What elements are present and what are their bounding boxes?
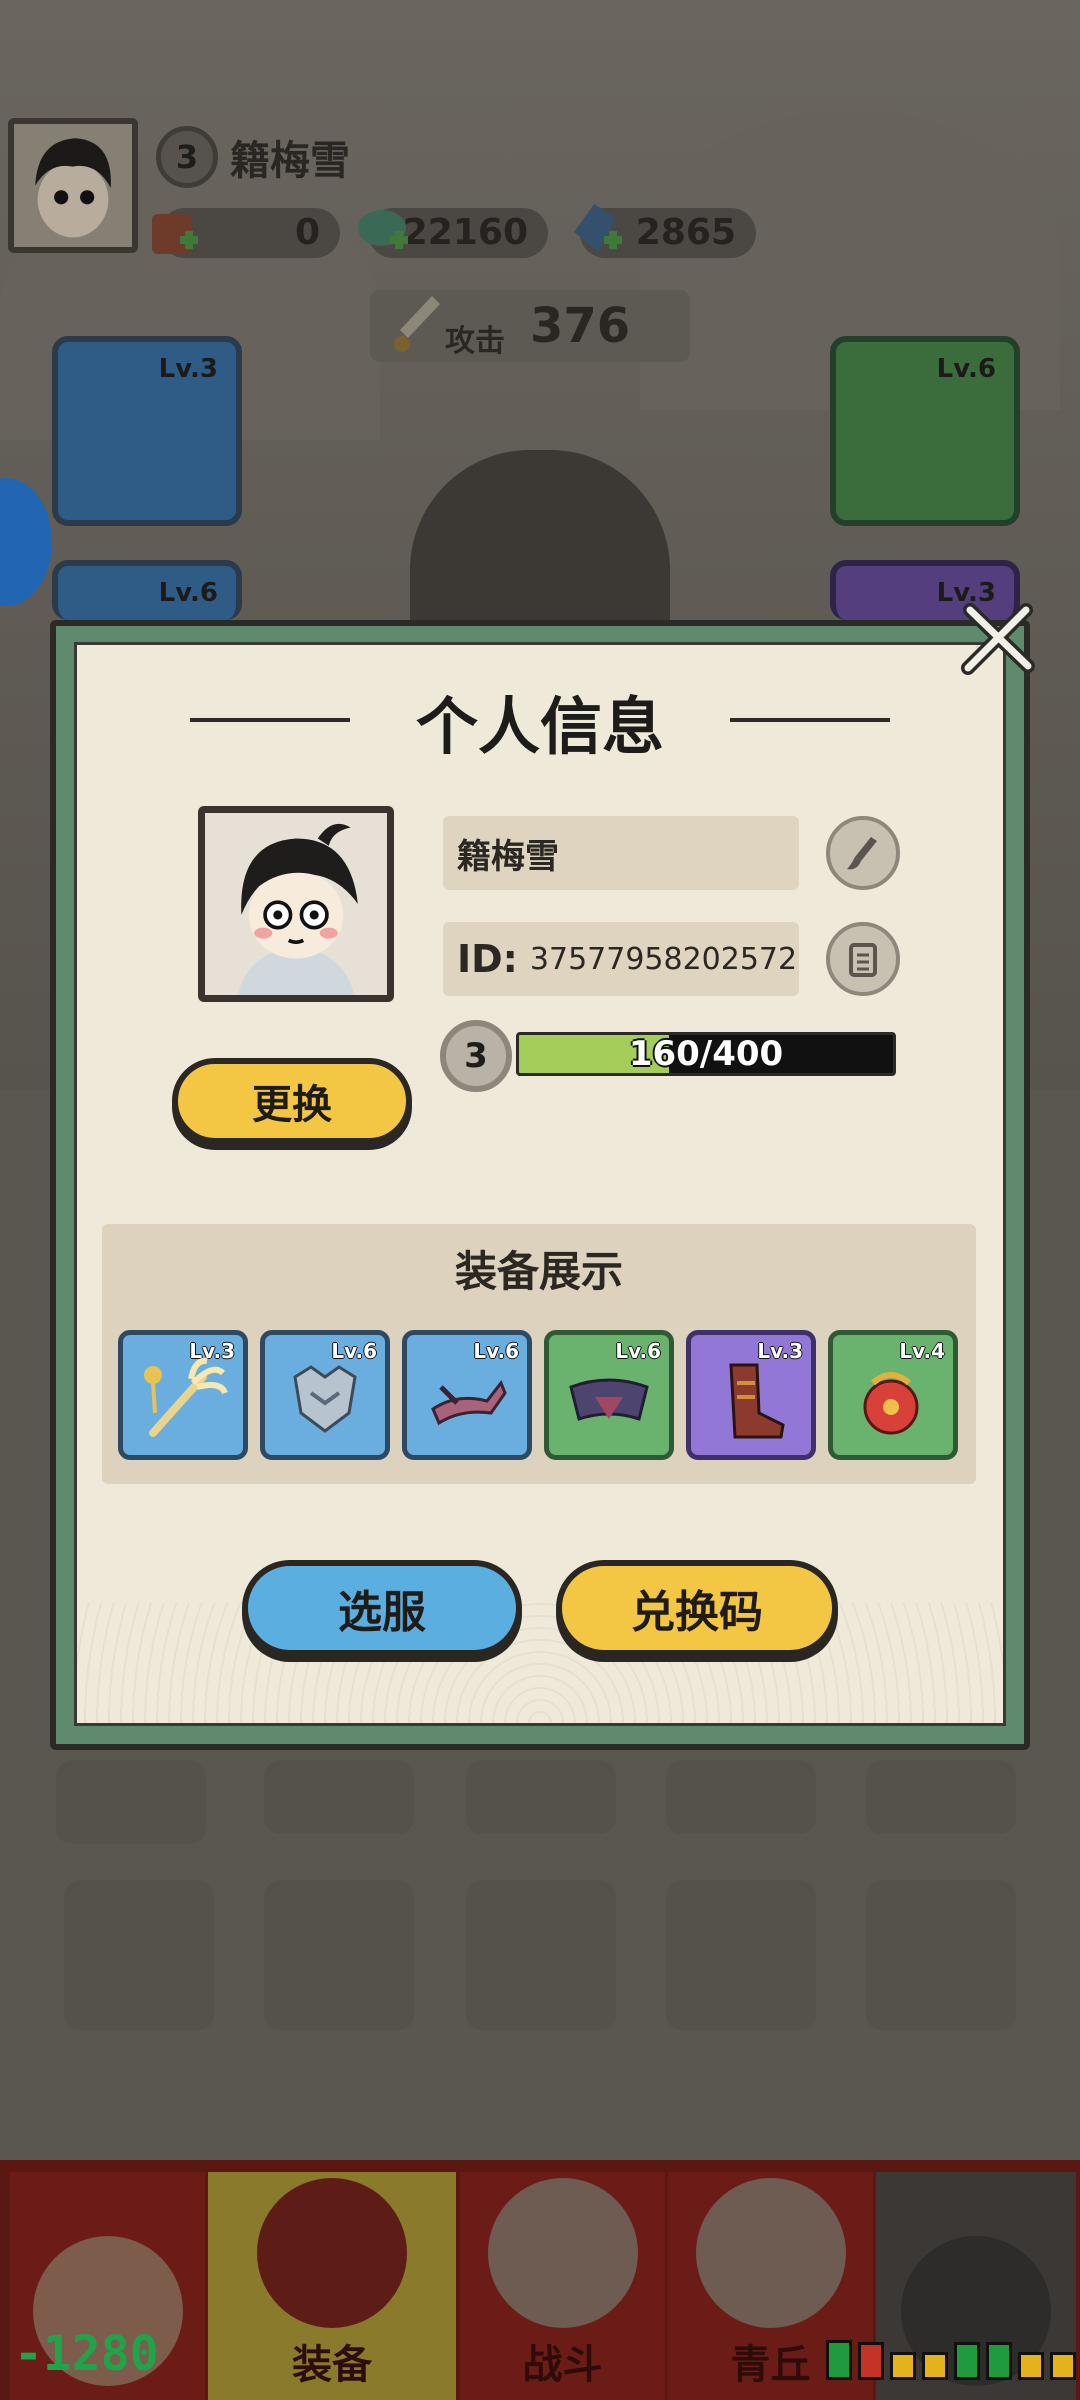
profile-avatar	[198, 806, 394, 1002]
debug-counter: -1280	[14, 2326, 159, 2382]
inventory-slot[interactable]	[466, 1760, 616, 1834]
signal-bars	[826, 2340, 1076, 2380]
tab-label: 战斗	[522, 2342, 603, 2388]
inventory-slot[interactable]	[64, 1880, 214, 2030]
showcase-item[interactable]: Lv.3	[118, 1330, 248, 1460]
dialog-title: 个人信息	[415, 690, 664, 763]
bar	[858, 2342, 884, 2380]
copy-icon	[849, 943, 877, 977]
equipped-weapon-slot[interactable]: Lv.3	[52, 336, 242, 526]
showcase-item[interactable]: Lv.4	[828, 1330, 958, 1460]
select-server-button[interactable]: 选服	[242, 1560, 522, 1656]
attack-label: 攻击	[445, 324, 505, 359]
player-id-field: ID: 375779582025728	[443, 922, 799, 996]
crystal-icon	[564, 196, 634, 266]
showcase-item[interactable]: Lv.3	[686, 1330, 816, 1460]
profile-dialog	[50, 620, 1030, 1750]
boots-icon	[729, 1363, 785, 1439]
bracer-icon	[431, 1380, 507, 1426]
profile-level-badge: 3	[440, 1020, 512, 1092]
edit-name-button[interactable]	[826, 816, 900, 890]
bar	[986, 2342, 1012, 2380]
inventory-slot[interactable]	[264, 1880, 414, 2030]
change-avatar-button[interactable]: 更换	[172, 1058, 412, 1144]
tab-label: 青丘	[730, 2342, 811, 2388]
resource-jade-value: 22160	[402, 212, 528, 253]
bar	[826, 2340, 852, 2380]
orb-icon	[863, 1372, 919, 1435]
armor-icon	[293, 1365, 357, 1433]
showcase-item[interactable]: Lv.6	[544, 1330, 674, 1460]
id-value: 375779582025728	[529, 941, 799, 977]
xp-progress-bar: 160/400	[516, 1032, 896, 1076]
resource-gift-value: 0	[294, 212, 320, 253]
inventory-slot[interactable]	[866, 1880, 1016, 2030]
player-level-badge: 3	[156, 126, 218, 188]
close-icon	[961, 603, 1035, 675]
mountain-icon	[695, 2178, 846, 2328]
slot-level: Lv.6	[936, 354, 996, 384]
slot-level: Lv.3	[158, 354, 218, 384]
dialog-paper	[74, 642, 1006, 1726]
resource-jade[interactable]: 22160	[358, 208, 548, 258]
close-button[interactable]	[958, 600, 1038, 680]
inventory-slot[interactable]	[466, 1880, 616, 2030]
tab-equipment[interactable]: 装备	[208, 2172, 456, 2400]
bar	[922, 2352, 948, 2380]
inventory-slot[interactable]	[264, 1760, 414, 1834]
jade-icon	[350, 196, 420, 266]
equipped-armor-slot[interactable]: Lv.6	[52, 560, 242, 620]
showcase-title: 装备展示	[454, 1247, 623, 1296]
tab-battle[interactable]: 战斗	[460, 2172, 665, 2400]
whisk-weapon-icon	[144, 1357, 228, 1437]
gift-icon	[140, 196, 210, 266]
attack-stat: 攻击 376	[370, 290, 690, 362]
redeem-code-button[interactable]: 兑换码	[556, 1560, 838, 1656]
resource-gift[interactable]: 0	[152, 208, 340, 258]
inventory-slot[interactable]	[666, 1880, 816, 2030]
bar	[954, 2342, 980, 2380]
sword-icon	[388, 292, 448, 362]
brush-icon	[847, 837, 877, 870]
crossed-swords-icon	[487, 2178, 638, 2328]
id-label: ID:	[457, 937, 518, 981]
bar	[890, 2352, 916, 2380]
xp-progress-text: 160/400	[628, 1034, 784, 1074]
equipped-belt-slot[interactable]: Lv.6	[830, 336, 1020, 526]
showcase-item[interactable]: Lv.6	[260, 1330, 390, 1460]
player-name-field: 籍梅雪	[443, 816, 799, 890]
tab-label: 装备	[292, 2342, 372, 2388]
player-name: 籍梅雪	[230, 138, 350, 184]
equipment-showcase: 装备展示 Lv.3 Lv.6 Lv.6 Lv.6 Lv.3 Lv.4	[102, 1224, 976, 1484]
belt-icon	[569, 1378, 649, 1421]
inventory-slot[interactable]	[866, 1760, 1016, 1834]
player-avatar[interactable]	[8, 118, 138, 253]
bar	[1050, 2352, 1076, 2380]
resource-crystal-value: 2865	[635, 212, 736, 253]
showcase-item[interactable]: Lv.6	[402, 1330, 532, 1460]
attack-value: 376	[530, 298, 631, 354]
mask-icon	[257, 2178, 407, 2328]
slot-level: Lv.6	[158, 578, 218, 608]
wave-pattern	[77, 1603, 1003, 1723]
resource-crystal[interactable]: 2865	[574, 204, 756, 258]
inventory-slot[interactable]	[666, 1760, 816, 1834]
bar	[1018, 2352, 1044, 2380]
copy-id-button[interactable]	[826, 922, 900, 996]
inventory-slot[interactable]	[56, 1760, 206, 1844]
